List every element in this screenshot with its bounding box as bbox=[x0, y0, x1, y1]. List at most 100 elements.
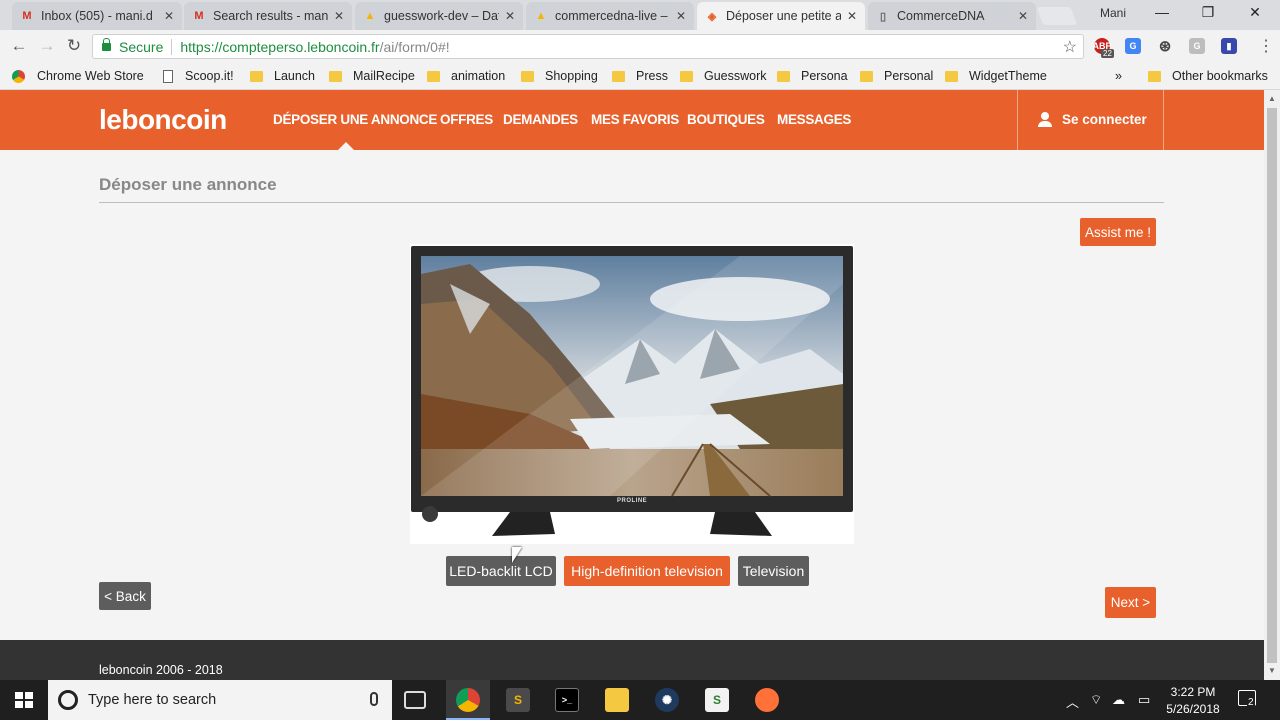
microphone-icon[interactable] bbox=[370, 692, 378, 706]
scroll-down-icon[interactable]: ▼ bbox=[1268, 666, 1276, 675]
nav-offres[interactable]: OFFRES bbox=[440, 112, 493, 127]
bookmarks-overflow-button[interactable]: » bbox=[1115, 69, 1122, 83]
nav-mes-favoris[interactable]: MES FAVORIS bbox=[591, 112, 679, 127]
folder-icon bbox=[777, 70, 790, 82]
browser-tab-commercedna-live[interactable]: ▲ commercedna-live – ✕ bbox=[526, 2, 694, 30]
tab-title: CommerceDNA bbox=[897, 9, 985, 23]
extension-g-icon[interactable]: G bbox=[1189, 38, 1205, 54]
bookmark-label: Guesswork bbox=[704, 69, 767, 83]
scroll-up-icon[interactable]: ▲ bbox=[1268, 94, 1276, 103]
sublime-text-icon[interactable]: S bbox=[506, 688, 530, 712]
bookmark-personal[interactable]: Personal bbox=[860, 69, 933, 83]
bookmark-launch[interactable]: Launch bbox=[250, 69, 315, 83]
back-arrow-icon[interactable]: ← bbox=[8, 36, 30, 56]
app-globe-icon[interactable]: ✺ bbox=[655, 688, 679, 712]
task-view-icon[interactable] bbox=[404, 691, 426, 709]
taskbar-clock[interactable]: 3:22 PM 5/26/2018 bbox=[1160, 684, 1226, 718]
page-title: Déposer une annonce bbox=[99, 175, 277, 194]
tag-high-definition-television[interactable]: High-definition television bbox=[564, 556, 730, 586]
bookmark-chrome-web-store[interactable]: Chrome Web Store bbox=[12, 69, 144, 83]
bookmark-scoopit[interactable]: Scoop.it! bbox=[163, 69, 234, 83]
address-bar[interactable]: Secure https://compteperso.leboncoin.fr /… bbox=[92, 34, 1084, 59]
lock-icon bbox=[102, 37, 111, 51]
cloud-icon[interactable]: ☁ bbox=[1112, 692, 1125, 708]
bookmark-mailrecipe[interactable]: MailRecipe bbox=[329, 69, 415, 83]
terminal-icon[interactable]: >_ bbox=[555, 688, 579, 712]
taskbar-search-box[interactable]: Type here to search bbox=[48, 680, 392, 720]
bookmark-label: Shopping bbox=[545, 69, 598, 83]
tab-title: guesswork-dev – Dat bbox=[384, 9, 499, 23]
extension-bar-icon[interactable]: ▮ bbox=[1221, 38, 1237, 54]
tab-title: Search results - mani bbox=[213, 9, 328, 23]
bookmark-widgettheme[interactable]: WidgetTheme bbox=[945, 69, 1047, 83]
chrome-web-store-icon bbox=[12, 69, 25, 83]
wifi-icon[interactable]: ⌔ bbox=[1090, 692, 1102, 708]
browser-tab-inbox[interactable]: M Inbox (505) - mani.d ✕ bbox=[12, 2, 182, 30]
tag-led-backlit-lcd[interactable]: LED-backlit LCD bbox=[446, 556, 556, 586]
bookmark-label: Launch bbox=[274, 69, 316, 83]
folder-icon bbox=[680, 70, 693, 82]
bookmark-star-icon[interactable]: ☆ bbox=[1063, 37, 1077, 57]
folder-icon bbox=[860, 70, 873, 82]
close-icon[interactable]: ✕ bbox=[505, 9, 515, 23]
reload-icon[interactable]: ↻ bbox=[63, 36, 85, 56]
forward-arrow-icon[interactable]: → bbox=[36, 36, 58, 56]
browser-tab-commercedna[interactable]: ▯ CommerceDNA ✕ bbox=[868, 2, 1036, 30]
footer-copyright: leboncoin 2006 - 2018 bbox=[99, 663, 223, 677]
extension-spiral-icon[interactable]: ⊛ bbox=[1157, 38, 1173, 55]
close-icon[interactable]: ✕ bbox=[1018, 9, 1028, 23]
nav-boutiques[interactable]: BOUTIQUES bbox=[687, 112, 765, 127]
firefox-icon[interactable] bbox=[755, 688, 779, 712]
close-icon[interactable]: ✕ bbox=[847, 9, 857, 23]
tab-title: Déposer une petite a bbox=[726, 9, 841, 23]
chevron-up-icon[interactable]: ︿ bbox=[1066, 692, 1079, 711]
app-s-icon[interactable]: S bbox=[705, 688, 729, 712]
folder-icon bbox=[250, 70, 263, 82]
firebase-icon: ▲ bbox=[535, 10, 547, 22]
notification-count: 2 bbox=[1247, 697, 1255, 708]
taskbar-search-placeholder: Type here to search bbox=[88, 692, 217, 708]
translate-icon[interactable]: G bbox=[1125, 38, 1141, 54]
browser-tab-deposer[interactable]: ◈ Déposer une petite a ✕ bbox=[697, 2, 865, 30]
nav-demandes[interactable]: DEMANDES bbox=[503, 112, 578, 127]
bookmark-press[interactable]: Press bbox=[612, 69, 668, 83]
gmail-icon: M bbox=[194, 10, 204, 22]
user-icon bbox=[1038, 112, 1052, 127]
bookmarks-bar: Chrome Web Store Scoop.it! Launch MailRe… bbox=[0, 63, 1280, 90]
bookmark-persona[interactable]: Persona bbox=[777, 69, 848, 83]
chrome-menu-icon[interactable]: ⋮ bbox=[1258, 36, 1274, 56]
browser-tab-search-results[interactable]: M Search results - mani ✕ bbox=[184, 2, 352, 30]
login-button[interactable]: Se connecter bbox=[1038, 112, 1147, 127]
close-icon[interactable]: ✕ bbox=[334, 9, 344, 23]
restore-icon[interactable]: ❐ bbox=[1193, 4, 1223, 21]
windows-start-icon[interactable] bbox=[15, 692, 33, 708]
chrome-icon[interactable] bbox=[456, 688, 480, 712]
scroll-thumb[interactable] bbox=[1267, 108, 1277, 663]
nav-messages[interactable]: MESSAGES bbox=[777, 112, 851, 127]
nav-deposer-une-annonce[interactable]: DÉPOSER UNE ANNONCE bbox=[273, 112, 437, 127]
page-scrollbar[interactable]: ▲ ▼ bbox=[1264, 90, 1280, 680]
tv-brand-label: PROLINE bbox=[617, 498, 648, 504]
next-button[interactable]: Next > bbox=[1105, 587, 1156, 618]
minimize-icon[interactable]: — bbox=[1147, 4, 1177, 20]
window-close-icon[interactable]: ✕ bbox=[1240, 4, 1270, 21]
folder-icon bbox=[945, 70, 958, 82]
page-icon bbox=[163, 69, 173, 83]
profile-name[interactable]: Mani bbox=[1100, 6, 1126, 20]
folder-icon bbox=[329, 70, 342, 82]
battery-icon[interactable]: ▭ bbox=[1138, 692, 1150, 708]
assist-me-button[interactable]: Assist me ! bbox=[1080, 218, 1156, 246]
bookmark-shopping[interactable]: Shopping bbox=[521, 69, 598, 83]
bookmark-animation[interactable]: animation bbox=[427, 69, 505, 83]
browser-tab-guesswork-dev[interactable]: ▲ guesswork-dev – Dat ✕ bbox=[355, 2, 523, 30]
other-bookmarks[interactable]: Other bookmarks bbox=[1148, 69, 1268, 83]
new-tab-button[interactable] bbox=[1036, 7, 1078, 25]
tag-television[interactable]: Television bbox=[738, 556, 809, 586]
bookmark-label: Persona bbox=[801, 69, 848, 83]
site-logo[interactable]: leboncoin bbox=[99, 104, 227, 136]
close-icon[interactable]: ✕ bbox=[676, 9, 686, 23]
back-button[interactable]: < Back bbox=[99, 582, 151, 610]
close-icon[interactable]: ✕ bbox=[164, 9, 174, 23]
file-explorer-icon[interactable] bbox=[605, 688, 629, 712]
bookmark-guesswork[interactable]: Guesswork bbox=[680, 69, 767, 83]
